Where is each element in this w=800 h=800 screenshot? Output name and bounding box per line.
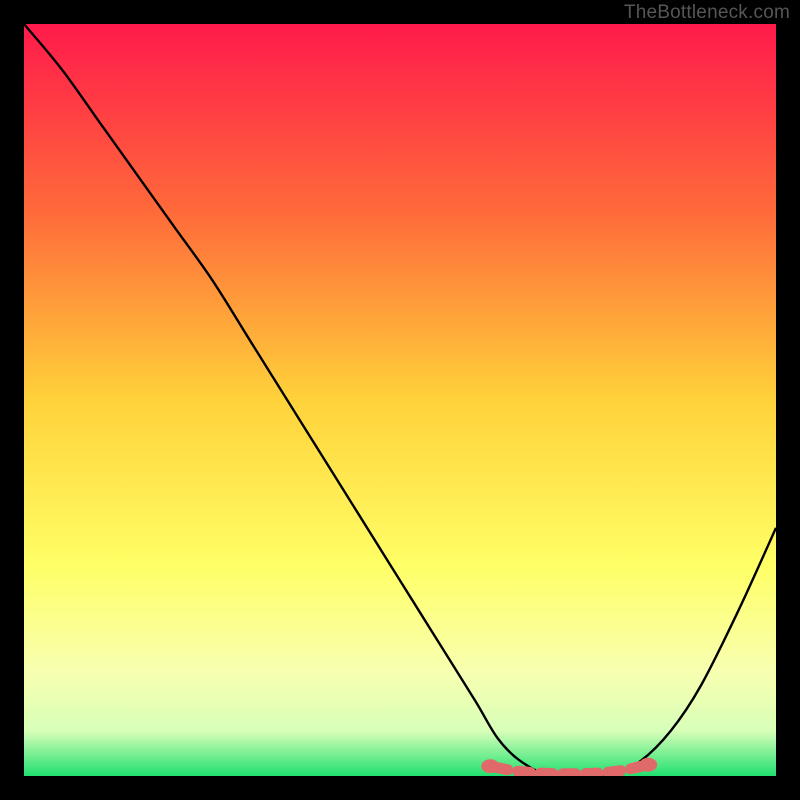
optimal-marker-end <box>639 758 657 772</box>
gradient-background <box>24 24 776 776</box>
optimal-marker <box>608 771 621 773</box>
bottleneck-chart <box>24 24 776 776</box>
attribution-label: TheBottleneck.com <box>624 2 790 24</box>
optimal-marker-end <box>481 759 499 773</box>
plot-area <box>24 24 776 776</box>
chart-frame: TheBottleneck.com <box>0 0 800 800</box>
optimal-marker <box>518 771 531 772</box>
